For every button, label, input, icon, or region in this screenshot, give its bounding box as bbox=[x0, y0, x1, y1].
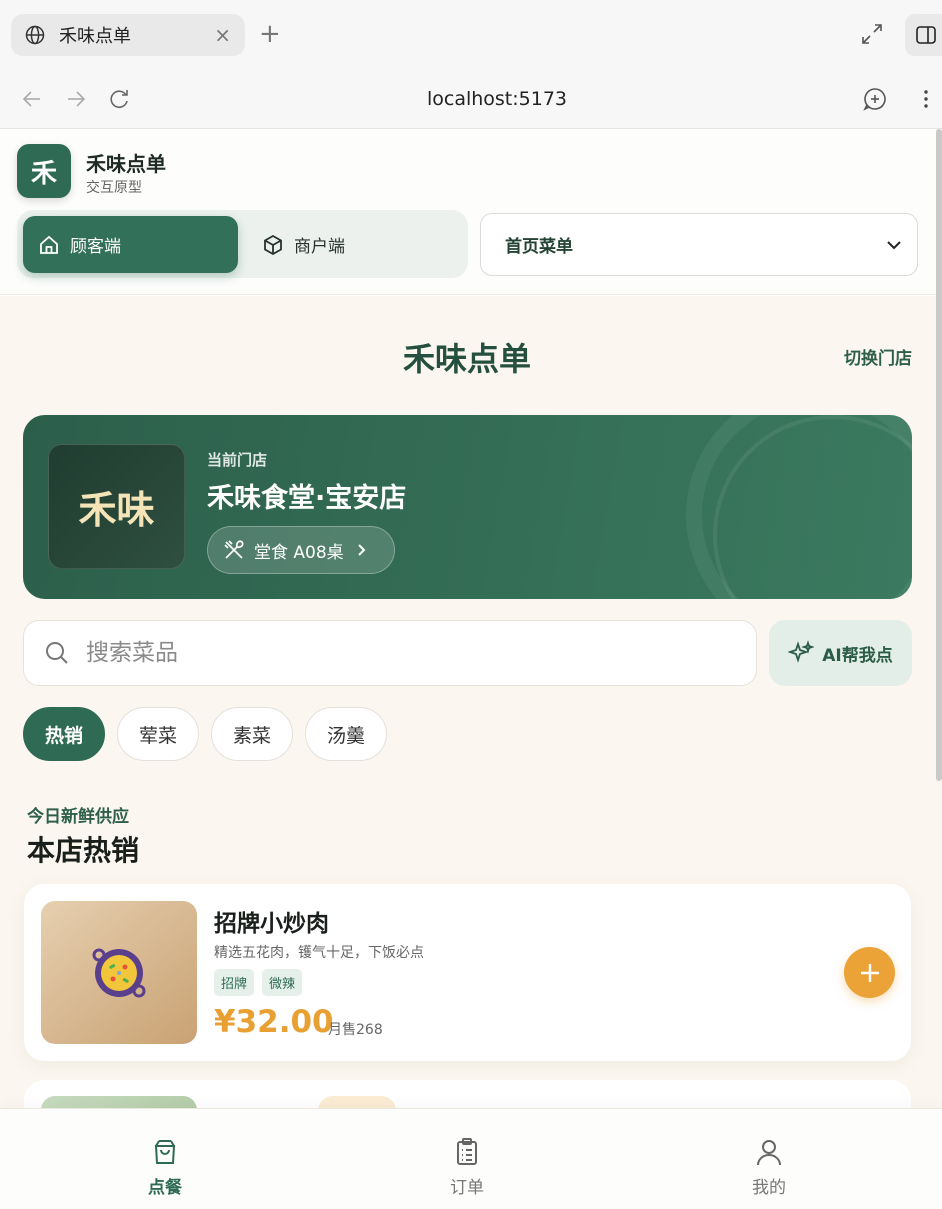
add-to-cart-button[interactable] bbox=[844, 947, 895, 998]
dish-tag: 微辣 bbox=[262, 969, 303, 996]
page-select-value: 首页菜单 bbox=[505, 237, 573, 257]
clipboard-icon bbox=[457, 1138, 477, 1165]
merchant-tab[interactable]: 商户端 bbox=[247, 216, 462, 273]
browser-tab[interactable]: 禾味点单 × bbox=[11, 14, 245, 56]
main-content: 禾味点单 切换门店 禾味 当前门店 禾味食堂·宝安店 堂食 A08桌 AI帮我点 bbox=[0, 296, 942, 1108]
store-label: 当前门店 bbox=[207, 451, 268, 469]
dish-card[interactable]: 招牌小炒肉 精选五花肉，镬气十足，下饭必点 招牌 微辣 ¥32.00 月售268 bbox=[24, 884, 911, 1061]
browser-nav-bar: localhost:5173 bbox=[0, 68, 942, 129]
chevron-down-icon bbox=[887, 240, 901, 249]
ai-recommend-button[interactable]: AI帮我点 bbox=[769, 620, 912, 686]
category-tab[interactable]: 热销 bbox=[23, 707, 106, 761]
dish-image bbox=[41, 1096, 197, 1108]
brand-subtitle: 交互原型 bbox=[86, 180, 142, 196]
tab-close-button[interactable]: × bbox=[214, 23, 231, 47]
category-tabs: 热销 荤菜 素菜 汤羹 bbox=[23, 707, 388, 761]
dish-card[interactable] bbox=[24, 1080, 911, 1108]
box-icon bbox=[264, 234, 282, 255]
shopping-bag-icon bbox=[154, 1140, 176, 1164]
bottom-nav: 点餐 订单 我的 bbox=[0, 1108, 942, 1209]
address-bar[interactable]: localhost:5173 bbox=[0, 88, 942, 110]
section-subtitle: 今日新鲜供应 bbox=[27, 807, 129, 827]
home-icon bbox=[40, 235, 58, 254]
nav-profile-label: 我的 bbox=[752, 1178, 786, 1198]
app-header: 禾 禾味点单 交互原型 顾客端 商户端 首页菜单 bbox=[0, 129, 942, 295]
category-tab[interactable]: 荤菜 bbox=[117, 707, 200, 761]
switch-store-button[interactable]: 切换门店 bbox=[844, 344, 912, 369]
app-logo: 禾 bbox=[17, 144, 71, 198]
search-box bbox=[23, 620, 757, 686]
sparkles-icon bbox=[788, 640, 815, 663]
ai-recommend-label: AI帮我点 bbox=[822, 645, 893, 666]
search-icon bbox=[46, 642, 68, 664]
page-scrollbar[interactable] bbox=[936, 129, 942, 781]
dish-description: 精选五花肉，镬气十足，下饭必点 bbox=[214, 945, 424, 961]
section-title: 本店热销 bbox=[27, 834, 140, 867]
role-switcher: 顾客端 商户端 bbox=[17, 210, 468, 278]
sidebar-toggle-button[interactable] bbox=[905, 14, 942, 56]
tab-title: 禾味点单 bbox=[59, 26, 131, 47]
dish-badge bbox=[318, 1096, 396, 1108]
category-tab[interactable]: 汤羹 bbox=[305, 707, 388, 761]
plus-icon bbox=[860, 963, 879, 982]
user-icon bbox=[757, 1140, 781, 1166]
page-select[interactable]: 首页菜单 bbox=[480, 213, 918, 276]
page-title: 禾味点单 bbox=[402, 340, 531, 378]
table-selector[interactable]: 堂食 A08桌 bbox=[207, 526, 395, 574]
dish-monthly-sales: 月售268 bbox=[328, 1022, 383, 1038]
nav-orders[interactable]: 订单 bbox=[407, 1137, 527, 1198]
category-tab[interactable]: 素菜 bbox=[211, 707, 294, 761]
more-menu-icon[interactable] bbox=[914, 87, 938, 111]
store-name: 禾味食堂·宝安店 bbox=[207, 483, 407, 514]
nav-orders-label: 订单 bbox=[450, 1178, 484, 1198]
dish-name: 招牌小炒肉 bbox=[214, 911, 329, 937]
nav-order-food-label: 点餐 bbox=[148, 1178, 182, 1198]
brand-name: 禾味点单 bbox=[86, 152, 166, 176]
utensils-icon bbox=[224, 540, 244, 559]
merchant-tab-label: 商户端 bbox=[294, 237, 345, 257]
dish-tag: 招牌 bbox=[214, 969, 255, 996]
customer-tab-label: 顾客端 bbox=[70, 237, 121, 257]
table-label: 堂食 A08桌 bbox=[254, 542, 344, 563]
globe-icon bbox=[25, 25, 45, 45]
customer-tab[interactable]: 顾客端 bbox=[23, 216, 238, 273]
dish-image bbox=[41, 901, 197, 1044]
add-chat-icon[interactable] bbox=[863, 87, 887, 111]
expand-icon[interactable] bbox=[860, 22, 884, 46]
nav-profile[interactable]: 我的 bbox=[709, 1137, 829, 1198]
dish-tags: 招牌 微辣 bbox=[214, 969, 303, 996]
dish-price: ¥32.00 bbox=[214, 1004, 334, 1040]
chevron-right-icon bbox=[357, 544, 366, 556]
store-logo: 禾味 bbox=[48, 444, 185, 569]
paella-pan-icon bbox=[92, 948, 146, 997]
new-tab-button[interactable]: + bbox=[259, 20, 281, 48]
search-input[interactable] bbox=[86, 640, 686, 666]
store-card: 禾味 当前门店 禾味食堂·宝安店 堂食 A08桌 bbox=[23, 415, 912, 599]
browser-tab-bar: 禾味点单 × + bbox=[0, 0, 942, 68]
nav-order-food[interactable]: 点餐 bbox=[105, 1137, 225, 1198]
sidebar-icon bbox=[916, 26, 936, 44]
